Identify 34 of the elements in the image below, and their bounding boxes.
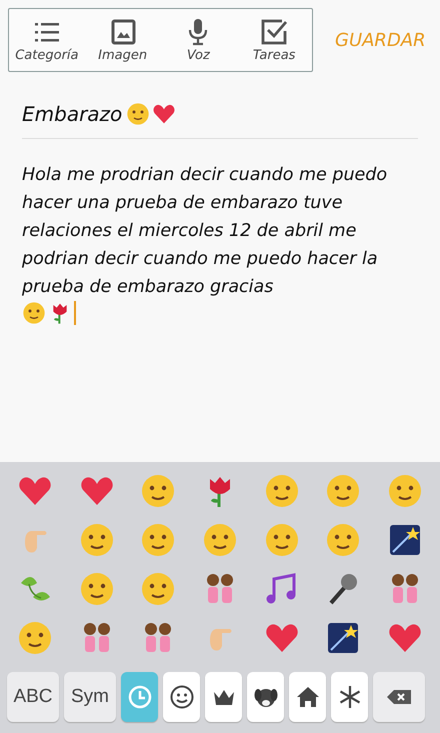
keyboard-key[interactable]: ABC: [7, 672, 59, 722]
image-icon: [108, 18, 137, 46]
home-icon: [294, 684, 320, 710]
toolbar-button[interactable]: Tareas: [236, 9, 312, 71]
face-emoji-icon: [16, 620, 53, 656]
face-emoji-icon: [78, 570, 115, 606]
smiley-icon: [168, 684, 194, 710]
face-emoji-icon: [264, 522, 300, 558]
face-emoji-icon: [325, 472, 362, 508]
keyboard-key[interactable]: Sym: [64, 672, 116, 722]
note-title: Embarazo: [22, 102, 122, 126]
face-emoji-icon: [140, 570, 176, 606]
face-emoji-icon: [140, 472, 176, 508]
emoji-category-tab[interactable]: [205, 672, 242, 722]
emoji-category-tab[interactable]: [163, 672, 200, 722]
face-emoji-icon: [325, 522, 362, 558]
face-emoji-icon: [202, 522, 238, 558]
toolbar-button[interactable]: Imagen: [84, 9, 160, 71]
backspace-key[interactable]: [373, 672, 425, 722]
face-emoji-icon: [22, 301, 46, 325]
emoji-category-tab[interactable]: [247, 672, 284, 722]
checkbox-icon: [260, 18, 288, 46]
face-emoji-icon: [140, 522, 176, 558]
emoji-category-tab[interactable]: [289, 672, 326, 722]
toolbar-button[interactable]: Categoría: [9, 9, 85, 71]
emoji-category-tab[interactable]: [331, 672, 368, 722]
clock-icon: [126, 684, 152, 710]
note-body: Hola me prodrian decir cuando me puedo hacer una prueba de embarazo tuve relaciones el miercoles 12 de abril me podrian decir cuando me puedo hacer la prueba de embarazo gracias: [22, 164, 388, 299]
face-emoji-icon: [126, 102, 150, 126]
face-emoji-icon: [78, 522, 115, 558]
heart-emoji-icon: [152, 102, 176, 126]
toolbar-button[interactable]: Voz: [160, 9, 236, 71]
face-emoji-icon: [387, 472, 424, 508]
face-emoji-icon: [264, 472, 300, 508]
